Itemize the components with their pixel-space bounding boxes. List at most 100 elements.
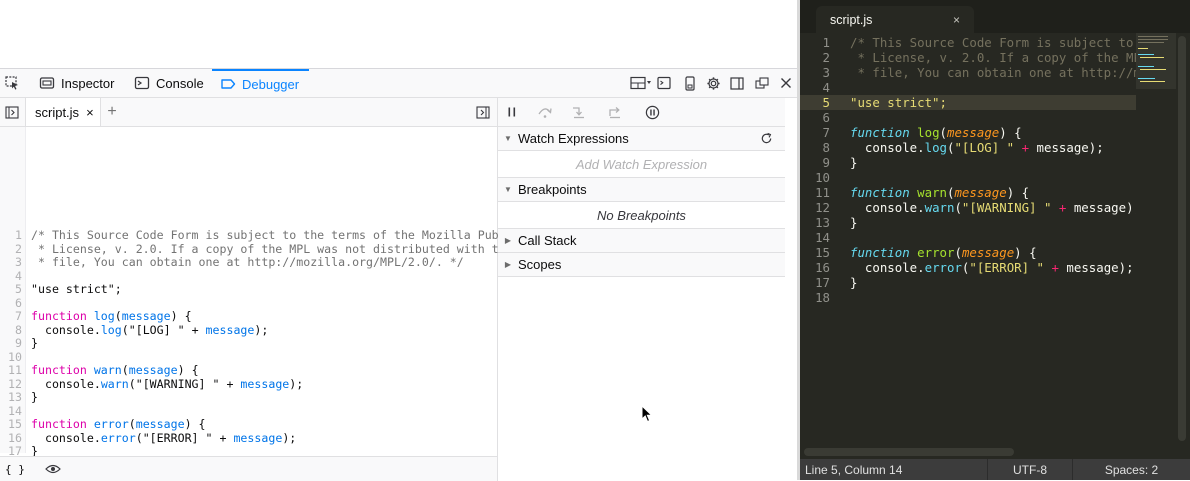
line-number[interactable]: 15 — [0, 417, 22, 432]
settings-button[interactable] — [702, 69, 724, 97]
tab-console[interactable]: Console — [126, 69, 214, 97]
line-number[interactable]: 12 — [800, 200, 830, 215]
code-line[interactable]: 7 function log(message) { — [800, 125, 1136, 140]
code-token: console. — [850, 140, 925, 155]
watch-expressions-header[interactable]: ▼ Watch Expressions — [498, 127, 785, 151]
scopes-header[interactable]: ▶ Scopes — [498, 253, 785, 277]
line-number[interactable]: 4 — [0, 269, 22, 284]
editor-tab-script[interactable]: script.js × — [816, 6, 974, 33]
dock-side-button[interactable] — [726, 69, 748, 97]
line-number[interactable]: 1 — [0, 228, 22, 243]
code-line[interactable]: 11 function warn(message) { — [800, 185, 1136, 200]
code-line[interactable]: 17} — [800, 275, 1136, 290]
code-line-text: function log(message) { — [850, 125, 1022, 140]
code-line[interactable]: 12 console.warn("[WARNING] " + message); — [800, 200, 1141, 215]
line-number[interactable]: 13 — [0, 390, 22, 405]
line-number[interactable]: 6 — [800, 110, 830, 125]
pretty-print-button[interactable]: { } — [5, 463, 25, 476]
line-number[interactable]: 5 — [0, 282, 22, 297]
pause-button[interactable] — [501, 98, 523, 126]
line-number[interactable]: 16 — [800, 260, 830, 275]
code-line[interactable]: 18 — [800, 290, 1136, 305]
close-devtools-button[interactable] — [775, 69, 797, 97]
vertical-scrollbar[interactable] — [1178, 36, 1186, 441]
refresh-watch-button[interactable] — [760, 132, 773, 145]
code-line[interactable]: 9} — [800, 155, 1136, 170]
line-number[interactable]: 2 — [0, 242, 22, 257]
line-number[interactable]: 9 — [800, 155, 830, 170]
line-number[interactable]: 3 — [0, 255, 22, 270]
line-number[interactable]: 13 — [800, 215, 830, 230]
code-token: } — [850, 155, 858, 170]
indentation-selector[interactable]: Spaces: 2 — [1072, 459, 1190, 480]
code-line[interactable]: 14 — [800, 230, 1136, 245]
line-number[interactable]: 8 — [0, 323, 22, 338]
code-token: function — [850, 245, 910, 260]
encoding-selector[interactable]: UTF-8 — [987, 459, 1072, 480]
line-number[interactable]: 6 — [0, 296, 22, 311]
code-line[interactable]: 6 — [800, 110, 1136, 125]
code-line[interactable]: 15 function error(message) { — [800, 245, 1136, 260]
add-watch-expression-input[interactable]: Add Watch Expression — [498, 151, 785, 178]
tab-inspector[interactable]: Inspector — [31, 69, 124, 97]
toggle-sources-button[interactable] — [1, 98, 23, 126]
split-console-button[interactable] — [653, 69, 675, 97]
minimap[interactable] — [1136, 33, 1176, 440]
source-tab-script[interactable]: script.js × — [25, 98, 101, 126]
line-number[interactable]: 5 — [800, 95, 830, 110]
line-number[interactable]: 9 — [0, 336, 22, 351]
code-line[interactable]: 5 "use strict"; — [800, 95, 1136, 110]
line-number[interactable]: 10 — [0, 350, 22, 365]
line-number[interactable]: 18 — [800, 290, 830, 305]
code-line-text: } — [850, 215, 857, 230]
code-line[interactable]: 16 console.error("[ERROR] " + message); — [800, 260, 1136, 275]
line-number[interactable]: 1 — [800, 35, 830, 50]
step-out-button[interactable] — [604, 98, 626, 126]
code-token: function — [31, 417, 87, 431]
close-tab-icon[interactable]: × — [953, 13, 960, 27]
code-token: ( — [114, 309, 122, 323]
step-over-button[interactable] — [534, 98, 556, 126]
breakpoints-header[interactable]: ▼ Breakpoints — [498, 178, 785, 202]
toggle-secondary-panes-button[interactable] — [472, 98, 494, 126]
line-number[interactable]: 4 — [800, 80, 830, 95]
line-number[interactable]: 14 — [800, 230, 830, 245]
separate-window-button[interactable] — [751, 69, 773, 97]
dock-options-button[interactable] — [628, 69, 656, 97]
line-number[interactable]: 7 — [800, 125, 830, 140]
responsive-design-button[interactable] — [679, 69, 701, 97]
code-line[interactable]: 3 * file, You can obtain one at http://m… — [800, 65, 1156, 80]
line-number[interactable]: 16 — [0, 431, 22, 446]
line-number[interactable]: 3 — [800, 65, 830, 80]
code-line[interactable]: 8 console.log("[LOG] " + message); — [800, 140, 1136, 155]
blackbox-button[interactable] — [45, 463, 61, 475]
line-number[interactable]: 11 — [0, 363, 22, 378]
code-line[interactable]: 2 * License, v. 2.0. If a copy of the MP… — [800, 50, 1149, 65]
element-picker-button[interactable] — [1, 69, 23, 97]
call-stack-header[interactable]: ▶ Call Stack — [498, 229, 785, 253]
code-line-text: } — [850, 275, 857, 290]
line-number[interactable]: 2 — [800, 50, 830, 65]
step-in-button[interactable] — [568, 98, 590, 126]
scopes-title: Scopes — [518, 257, 562, 272]
code-line[interactable]: 10 — [800, 170, 1136, 185]
pause-on-exceptions-button[interactable] — [641, 98, 663, 126]
tab-debugger[interactable]: Debugger — [212, 69, 310, 97]
line-number[interactable]: 10 — [800, 170, 830, 185]
line-number[interactable]: 14 — [0, 404, 22, 419]
line-number[interactable]: 7 — [0, 309, 22, 324]
line-number[interactable]: 17 — [800, 275, 830, 290]
code-line[interactable]: 13} — [800, 215, 1136, 230]
close-tab-icon[interactable]: × — [86, 105, 94, 120]
code-line[interactable]: 1 /* This Source Code Form is subject to … — [800, 35, 1156, 50]
line-number[interactable]: 11 — [800, 185, 830, 200]
code-line-text: function error(message) { — [850, 245, 1037, 260]
line-number[interactable]: 8 — [800, 140, 830, 155]
horizontal-scrollbar[interactable] — [804, 448, 1014, 456]
code-line[interactable]: 4 — [800, 80, 1136, 95]
line-number[interactable]: 12 — [0, 377, 22, 392]
line-number[interactable]: 15 — [800, 245, 830, 260]
split-console-icon — [656, 76, 671, 90]
add-tab-button[interactable]: + — [105, 98, 119, 126]
